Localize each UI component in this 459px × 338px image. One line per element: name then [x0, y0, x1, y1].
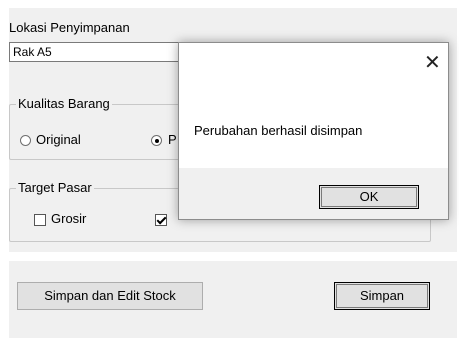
target-group-title: Target Pasar — [16, 180, 94, 196]
dialog-footer: OK — [179, 168, 448, 219]
radio-original[interactable] — [20, 135, 31, 146]
radio-second-label[interactable]: P — [168, 132, 177, 147]
ok-button[interactable]: OK — [319, 185, 419, 209]
radio-second[interactable] — [151, 135, 162, 146]
quality-group-title: Kualitas Barang — [16, 96, 112, 112]
checkbox-second[interactable] — [155, 214, 167, 226]
close-icon[interactable]: ✕ — [424, 53, 441, 73]
save-button[interactable]: Simpan — [334, 282, 430, 310]
checkbox-grosir-label[interactable]: Grosir — [51, 211, 86, 226]
button-panel: Simpan dan Edit Stock Simpan — [9, 261, 457, 338]
save-and-edit-stock-button[interactable]: Simpan dan Edit Stock — [17, 282, 203, 310]
message-dialog: ✕ Perubahan berhasil disimpan OK — [178, 42, 449, 220]
location-label: Lokasi Penyimpanan — [9, 20, 130, 35]
checkbox-grosir[interactable] — [34, 214, 46, 226]
dialog-message: Perubahan berhasil disimpan — [194, 123, 363, 138]
radio-original-label[interactable]: Original — [36, 132, 81, 147]
